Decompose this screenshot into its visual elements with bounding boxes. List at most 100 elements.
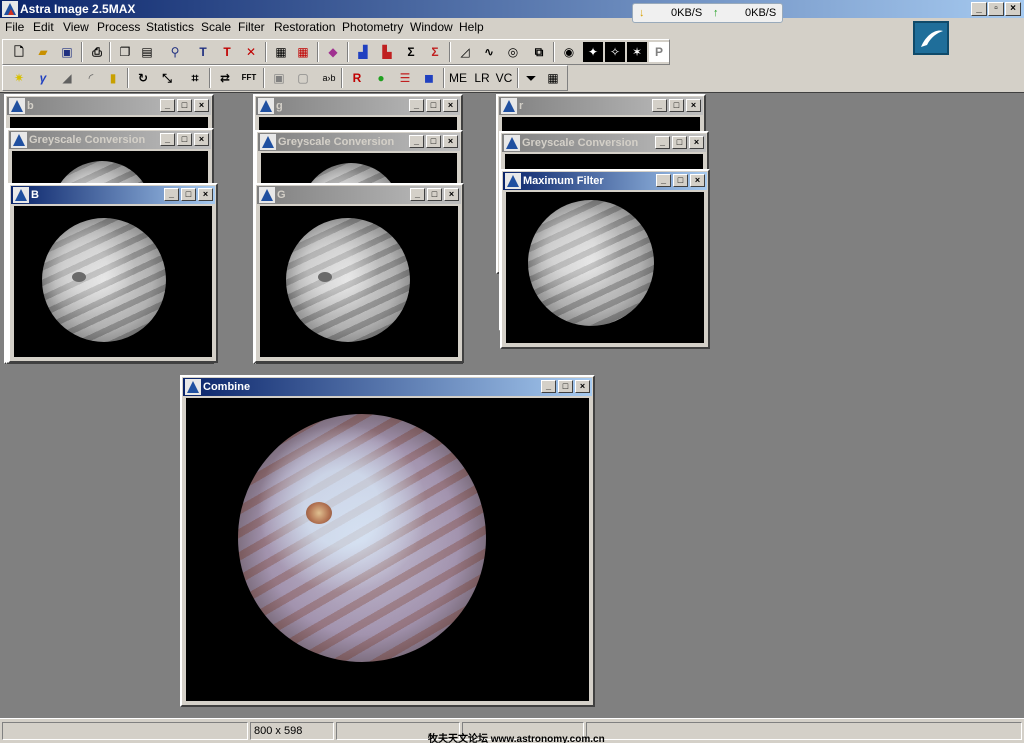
rgb-icon[interactable]: R	[347, 68, 367, 88]
histogram-icon[interactable]: ▟	[353, 42, 373, 62]
window-combine[interactable]: Combine _ □ ×	[180, 375, 595, 707]
sparkle-icon[interactable]: ✷	[9, 68, 29, 88]
gamma-icon[interactable]: γ	[33, 68, 53, 88]
window-B[interactable]: B _ □ ×	[8, 183, 218, 363]
color-bars-icon[interactable]: ☰	[395, 68, 415, 88]
window-minimize-button[interactable]: _	[160, 133, 175, 146]
window-minimize-button[interactable]: _	[409, 99, 424, 112]
slope-icon[interactable]: ◢	[57, 68, 77, 88]
window-close-button[interactable]: ×	[690, 174, 705, 187]
wave-icon[interactable]: ∿	[479, 42, 499, 62]
color-histogram-icon[interactable]: ▙	[377, 42, 397, 62]
menu-process[interactable]: Process	[97, 20, 140, 34]
text-underline-icon[interactable]: T	[217, 42, 237, 62]
new-file-icon[interactable]: 🗋	[9, 42, 29, 62]
frame-icon[interactable]: ▣	[269, 68, 289, 88]
restore-button[interactable]: ▫	[988, 2, 1004, 16]
save-icon[interactable]: ▣	[57, 42, 77, 62]
fft-icon[interactable]: FFT	[239, 68, 259, 88]
window-maximize-button[interactable]: □	[558, 380, 573, 393]
menu-filter[interactable]: Filter	[238, 20, 265, 34]
window-close-button[interactable]: ×	[689, 136, 704, 149]
star-icon[interactable]: ✦	[583, 42, 603, 62]
paste-icon[interactable]: ▤	[137, 42, 157, 62]
menu-photometry[interactable]: Photometry	[342, 20, 403, 34]
color-wheel-icon[interactable]: ●	[371, 68, 391, 88]
a-to-b-button[interactable]: a›b	[319, 68, 339, 88]
window-maximize-button[interactable]: □	[426, 135, 441, 148]
image-canvas[interactable]	[14, 206, 212, 357]
window-minimize-button[interactable]: _	[410, 188, 425, 201]
window-close-button[interactable]: ×	[444, 188, 459, 201]
arc-icon[interactable]: ◜	[81, 68, 101, 88]
text-tool-icon[interactable]: T	[193, 42, 213, 62]
minimize-button[interactable]: _	[971, 2, 987, 16]
window-maximize-button[interactable]: □	[177, 99, 192, 112]
menu-scale[interactable]: Scale	[201, 20, 231, 34]
ring-icon[interactable]: ◉	[559, 42, 579, 62]
window-maximize-button[interactable]: □	[426, 99, 441, 112]
star-field-icon[interactable]: ✶	[627, 42, 647, 62]
print-icon[interactable]: ⎙	[87, 42, 107, 62]
window-maximize-button[interactable]: □	[427, 188, 442, 201]
crop-icon[interactable]: ⌗	[185, 68, 205, 88]
window-minimize-button[interactable]: _	[160, 99, 175, 112]
window-minimize-button[interactable]: _	[656, 174, 671, 187]
lr-button[interactable]: LR	[471, 68, 493, 88]
window-maximize-button[interactable]: □	[181, 188, 196, 201]
bucket-icon[interactable]: ▮	[103, 68, 123, 88]
layers-icon[interactable]: ⧉	[529, 42, 549, 62]
menu-window[interactable]: Window	[410, 20, 453, 34]
window-close-button[interactable]: ×	[443, 135, 458, 148]
zoom-icon[interactable]: ⚲	[165, 42, 185, 62]
window-maximum-filter[interactable]: Maximum Filter _ □ ×	[500, 169, 710, 349]
menu-edit[interactable]: Edit	[33, 20, 54, 34]
rotate-icon[interactable]: ↻	[133, 68, 153, 88]
menu-statistics[interactable]: Statistics	[146, 20, 194, 34]
window-close-button[interactable]: ×	[443, 99, 458, 112]
image-canvas[interactable]	[506, 192, 704, 343]
window-minimize-button[interactable]: _	[164, 188, 179, 201]
grid-add-icon[interactable]: ▦	[271, 42, 291, 62]
target-icon[interactable]: ◎	[503, 42, 523, 62]
text-delete-icon[interactable]: ✕	[241, 42, 261, 62]
book-icon[interactable]: ◆	[323, 42, 343, 62]
window-maximize-button[interactable]: □	[669, 99, 684, 112]
window-minimize-button[interactable]: _	[409, 135, 424, 148]
flip-icon[interactable]: ⇄	[215, 68, 235, 88]
open-folder-icon[interactable]: ▰	[33, 42, 53, 62]
window-close-button[interactable]: ×	[575, 380, 590, 393]
grid-remove-icon[interactable]: ▦	[293, 42, 313, 62]
star-single-icon[interactable]: ✧	[605, 42, 625, 62]
image-canvas[interactable]	[260, 206, 458, 357]
window-close-button[interactable]: ×	[194, 133, 209, 146]
sum-icon[interactable]: Σ	[401, 42, 421, 62]
menu-view[interactable]: View	[63, 20, 89, 34]
menu-restoration[interactable]: Restoration	[274, 20, 335, 34]
window-close-button[interactable]: ×	[686, 99, 701, 112]
image-canvas[interactable]	[186, 398, 589, 701]
window-G[interactable]: G _ □ ×	[254, 183, 464, 363]
menu-help[interactable]: Help	[459, 20, 484, 34]
color-swatch-icon[interactable]: ◼	[419, 68, 439, 88]
plate-icon[interactable]: P	[649, 42, 669, 62]
window-close-button[interactable]: ×	[198, 188, 213, 201]
menu-file[interactable]: File	[5, 20, 24, 34]
funnel-icon[interactable]: ⏷	[521, 68, 541, 88]
me-button[interactable]: ME	[447, 68, 469, 88]
grid-icon[interactable]: ▦	[543, 68, 563, 88]
copy-icon[interactable]: ❐	[115, 42, 135, 62]
window-close-button[interactable]: ×	[194, 99, 209, 112]
window-maximize-button[interactable]: □	[672, 136, 687, 149]
vc-button[interactable]: VC	[493, 68, 515, 88]
resize-icon[interactable]: ⤡	[157, 68, 177, 88]
close-button[interactable]: ×	[1005, 2, 1021, 16]
window-minimize-button[interactable]: _	[655, 136, 670, 149]
window-minimize-button[interactable]: _	[652, 99, 667, 112]
window-maximize-button[interactable]: □	[177, 133, 192, 146]
frame-alt-icon[interactable]: ▢	[293, 68, 313, 88]
window-maximize-button[interactable]: □	[673, 174, 688, 187]
sum-red-icon[interactable]: Σ	[425, 42, 445, 62]
window-minimize-button[interactable]: _	[541, 380, 556, 393]
curve-icon[interactable]: ◿	[455, 42, 475, 62]
